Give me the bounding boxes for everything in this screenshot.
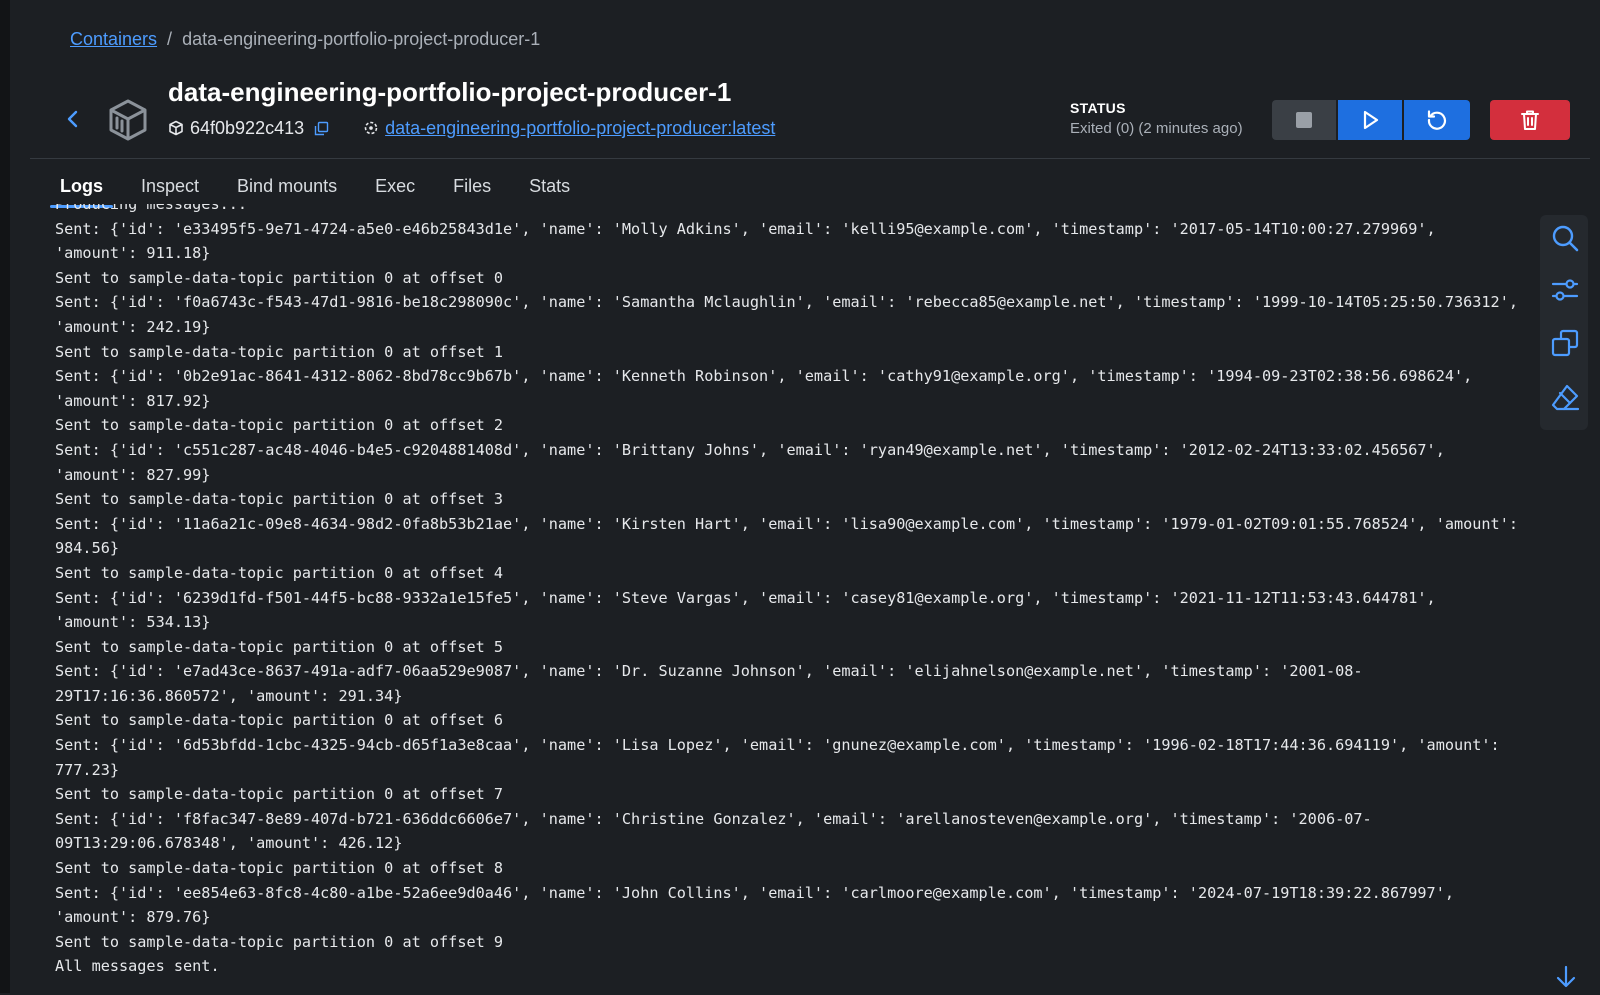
log-line: Sent: {'id': 'e33495f5-9e71-4724-a5e0-e4… <box>55 219 1436 238</box>
eraser-icon <box>1551 384 1580 411</box>
copy-logs-button[interactable] <box>1550 328 1580 358</box>
log-output[interactable]: Producing messages... Sent: {'id': 'e334… <box>55 204 1525 993</box>
container-icon <box>106 98 150 142</box>
log-line: Sent to sample-data-topic partition 0 at… <box>55 342 504 361</box>
copy-id-button[interactable] <box>314 121 329 136</box>
scroll-to-bottom-button[interactable] <box>1553 964 1579 990</box>
log-line: Sent to sample-data-topic partition 0 at… <box>55 785 504 804</box>
arrow-down-icon <box>1556 965 1576 988</box>
stop-button[interactable] <box>1272 100 1336 140</box>
log-line: Sent: {'id': 'e7ad43ce-8637-491a-adf7-06… <box>55 662 1363 681</box>
stop-icon <box>1296 112 1312 128</box>
log-line: Sent: {'id': 'f8fac347-8e89-407d-b721-63… <box>55 809 1372 828</box>
image-icon <box>363 120 379 136</box>
log-line: Producing messages... <box>55 204 248 213</box>
log-line: Sent: {'id': '6239d1fd-f501-44f5-bc88-93… <box>55 588 1436 607</box>
log-line: 'amount': 879.76} <box>55 908 211 927</box>
log-line: Sent: {'id': '0b2e91ac-8641-4312-8062-8b… <box>55 367 1473 386</box>
tab-exec[interactable]: Exec <box>365 172 425 202</box>
copy-icon <box>1551 329 1579 357</box>
log-line: 09T13:29:06.678348', 'amount': 426.12} <box>55 834 403 853</box>
breadcrumb-current: data-engineering-portfolio-project-produ… <box>182 29 541 49</box>
status-block: STATUS Exited (0) (2 minutes ago) <box>1070 100 1243 137</box>
log-toolbar <box>1540 215 1588 430</box>
cube-icon <box>169 120 183 136</box>
log-line: Sent to sample-data-topic partition 0 at… <box>55 490 504 509</box>
tab-bind-mounts[interactable]: Bind mounts <box>227 172 347 202</box>
delete-button[interactable] <box>1490 100 1570 140</box>
log-line: 777.23} <box>55 760 120 779</box>
log-line: Sent: {'id': '11a6a21c-09e8-4634-98d2-0f… <box>55 514 1518 533</box>
play-icon <box>1363 110 1379 130</box>
breadcrumb-containers-link[interactable]: Containers <box>70 29 157 49</box>
log-line: Sent: {'id': 'ee854e63-8fc8-4c80-a1be-52… <box>55 883 1454 902</box>
back-button[interactable] <box>62 106 84 132</box>
log-line: 'amount': 817.92} <box>55 391 211 410</box>
back-icon <box>67 110 78 128</box>
left-sidebar-edge <box>0 0 10 993</box>
log-line: Sent to sample-data-topic partition 0 at… <box>55 711 504 730</box>
log-line: Sent to sample-data-topic partition 0 at… <box>55 932 504 951</box>
status-value: Exited (0) (2 minutes ago) <box>1070 120 1243 137</box>
status-label: STATUS <box>1070 100 1126 116</box>
log-line: Sent: {'id': 'c551c287-ac48-4046-b4e5-c9… <box>55 440 1445 459</box>
container-id: 64f0b922c413 <box>190 117 305 138</box>
clear-logs-button[interactable] <box>1550 382 1580 412</box>
log-line: 'amount': 534.13} <box>55 613 211 632</box>
tab-inspect[interactable]: Inspect <box>131 172 209 202</box>
log-line: Sent to sample-data-topic partition 0 at… <box>55 268 504 287</box>
filter-icon <box>1551 279 1579 301</box>
log-line: 'amount': 827.99} <box>55 465 211 484</box>
breadcrumb-separator: / <box>167 29 173 49</box>
search-logs-button[interactable] <box>1550 223 1580 253</box>
container-meta: 64f0b922c413 data-engineering-portfolio-… <box>168 116 775 140</box>
log-line: 'amount': 911.18} <box>55 244 211 263</box>
trash-icon <box>1521 110 1539 130</box>
page-title: data-engineering-portfolio-project-produ… <box>168 77 732 107</box>
tab-logs[interactable]: Logs <box>50 172 113 208</box>
tab-stats[interactable]: Stats <box>519 172 580 202</box>
log-line: All messages sent. <box>55 957 220 976</box>
copy-icon <box>314 121 329 135</box>
log-line: 'amount': 242.19} <box>55 317 211 336</box>
tab-bar: Logs Inspect Bind mounts Exec Files Stat… <box>50 172 598 208</box>
log-line: 29T17:16:36.860572', 'amount': 291.34} <box>55 686 403 705</box>
search-icon <box>1552 225 1579 252</box>
image-link[interactable]: data-engineering-portfolio-project-produ… <box>385 118 775 139</box>
log-line: Sent to sample-data-topic partition 0 at… <box>55 563 504 582</box>
log-line: Sent to sample-data-topic partition 0 at… <box>55 637 504 656</box>
log-line: Sent: {'id': '6d53bfdd-1cbc-4325-94cb-d6… <box>55 736 1500 755</box>
log-line: 984.56} <box>55 539 120 558</box>
restart-button[interactable] <box>1404 100 1470 140</box>
header-divider <box>30 158 1590 159</box>
breadcrumb: Containers / data-engineering-portfolio-pr… <box>70 29 540 50</box>
filter-logs-button[interactable] <box>1550 275 1580 305</box>
log-line: Sent to sample-data-topic partition 0 at… <box>55 859 504 878</box>
tab-files[interactable]: Files <box>443 172 501 202</box>
restart-icon <box>1427 110 1447 130</box>
start-button[interactable] <box>1338 100 1402 140</box>
log-line: Sent: {'id': 'f0a6743c-f543-47d1-9816-be… <box>55 293 1518 312</box>
log-line: Sent to sample-data-topic partition 0 at… <box>55 416 504 435</box>
